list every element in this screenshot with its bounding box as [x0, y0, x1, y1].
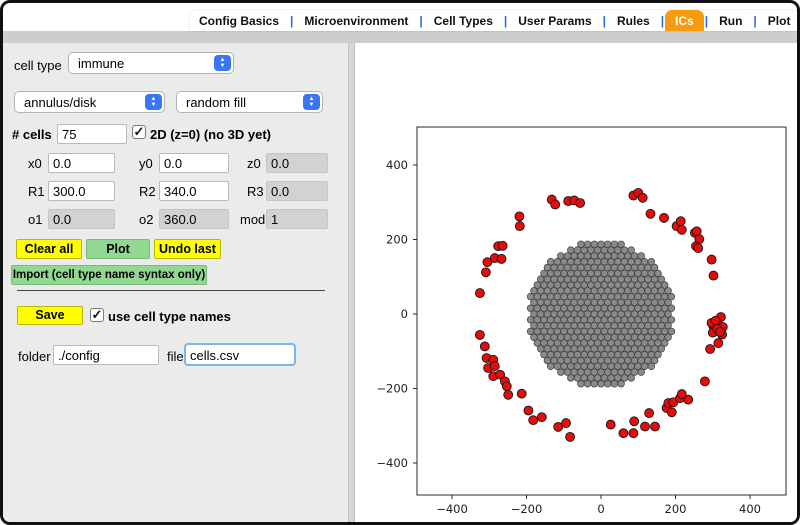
undo-last-button[interactable]: Undo last [154, 239, 221, 259]
use-cell-type-names-label: use cell type names [108, 309, 231, 324]
svg-text:−200: −200 [376, 382, 408, 396]
clear-all-button[interactable]: Clear all [16, 239, 82, 259]
svg-text:400: 400 [739, 502, 761, 516]
svg-text:−400: −400 [376, 456, 408, 470]
svg-text:200: 200 [386, 233, 408, 247]
svg-text:0: 0 [597, 502, 604, 516]
r2-label: R2 [139, 184, 156, 199]
svg-text:0: 0 [401, 307, 408, 321]
cell-type-combobox[interactable]: immune ▲ ▼ [68, 52, 234, 74]
r1-label: R1 [28, 184, 45, 199]
file-label: file [167, 349, 184, 364]
separator-line [17, 290, 325, 291]
cell-type-label: cell type [14, 58, 62, 73]
tab-run[interactable]: Run [709, 10, 752, 31]
tab-cell-types[interactable]: Cell Types [424, 10, 503, 31]
tab-separator: | [753, 13, 757, 28]
z0-input-disabled: 0.0 [266, 153, 328, 173]
tab-ics[interactable]: ICs [665, 10, 704, 31]
r2-input[interactable]: 340.0 [159, 181, 229, 201]
cell-type-value: immune [78, 56, 125, 71]
x0-input[interactable]: 0.0 [48, 153, 115, 173]
shape-value: annulus/disk [24, 95, 97, 110]
tab-user-params[interactable]: User Params [508, 10, 601, 31]
fill-combobox[interactable]: random fill ▲ ▼ [176, 91, 323, 113]
fill-value: random fill [186, 95, 246, 110]
use-cell-type-names-checkbox[interactable]: ✓ [90, 308, 104, 322]
r3-label: R3 [247, 184, 264, 199]
file-input[interactable]: cells.csv [184, 343, 296, 366]
folder-input[interactable]: ./config [53, 345, 159, 365]
r3-input-disabled: 0.0 [266, 181, 328, 201]
tab-separator: | [419, 13, 423, 28]
folder-label: folder [18, 349, 51, 364]
svg-text:200: 200 [665, 502, 687, 516]
r1-input[interactable]: 300.0 [48, 181, 115, 201]
plot-canvas: −400 −200 0 200 400 400 200 0 −200 −400 [355, 43, 797, 522]
import-button[interactable]: Import (cell type name syntax only) [11, 265, 207, 285]
2d-checkbox-label: 2D (z=0) (no 3D yet) [150, 127, 271, 142]
ic-scatter-plot: −400 −200 0 200 400 400 200 0 −200 −400 [376, 126, 787, 516]
o2-label: o2 [139, 212, 154, 227]
svg-text:400: 400 [386, 158, 408, 172]
num-cells-label: # cells [12, 127, 52, 142]
ics-tab-content: cell type immune ▲ ▼ annulus/disk ▲ ▼ rand… [3, 43, 797, 522]
2d-checkbox[interactable]: ✓ [132, 125, 146, 139]
y0-input[interactable]: 0.0 [159, 153, 229, 173]
app-window: Config Basics | Microenvironment | Cell Type… [0, 0, 800, 525]
tab-microenvironment[interactable]: Microenvironment [294, 10, 418, 31]
num-cells-input[interactable]: 75 [57, 124, 127, 144]
mod-input-disabled: 1 [266, 209, 328, 229]
shape-combobox[interactable]: annulus/disk ▲ ▼ [14, 91, 165, 113]
chevron-updown-icon[interactable]: ▲ ▼ [214, 55, 231, 71]
save-button[interactable]: Save [17, 306, 83, 325]
chevron-updown-icon[interactable]: ▲ ▼ [303, 94, 320, 110]
check-icon: ✓ [91, 307, 103, 322]
o2-input-disabled: 360.0 [159, 209, 229, 229]
o1-label: o1 [28, 212, 43, 227]
svg-text:−400: −400 [436, 502, 468, 516]
panel-plot-divider [348, 43, 355, 522]
tabbar-background-band [3, 31, 797, 43]
tab-rules[interactable]: Rules [607, 10, 660, 31]
y0-label: y0 [139, 156, 153, 171]
z0-label: z0 [247, 156, 261, 171]
check-icon: ✓ [133, 124, 145, 139]
plot-button[interactable]: Plot [86, 239, 150, 259]
chevron-updown-icon[interactable]: ▲ ▼ [145, 94, 162, 110]
svg-text:−200: −200 [511, 502, 543, 516]
ics-controls-panel: cell type immune ▲ ▼ annulus/disk ▲ ▼ rand… [3, 43, 348, 522]
tab-config-basics[interactable]: Config Basics [189, 10, 289, 31]
mod-label: mod [240, 212, 266, 227]
o1-input-disabled: 0.0 [48, 209, 115, 229]
tab-bar: Config Basics | Microenvironment | Cell Type… [189, 10, 797, 31]
x0-label: x0 [28, 156, 42, 171]
tab-plot[interactable]: Plot [758, 10, 797, 31]
